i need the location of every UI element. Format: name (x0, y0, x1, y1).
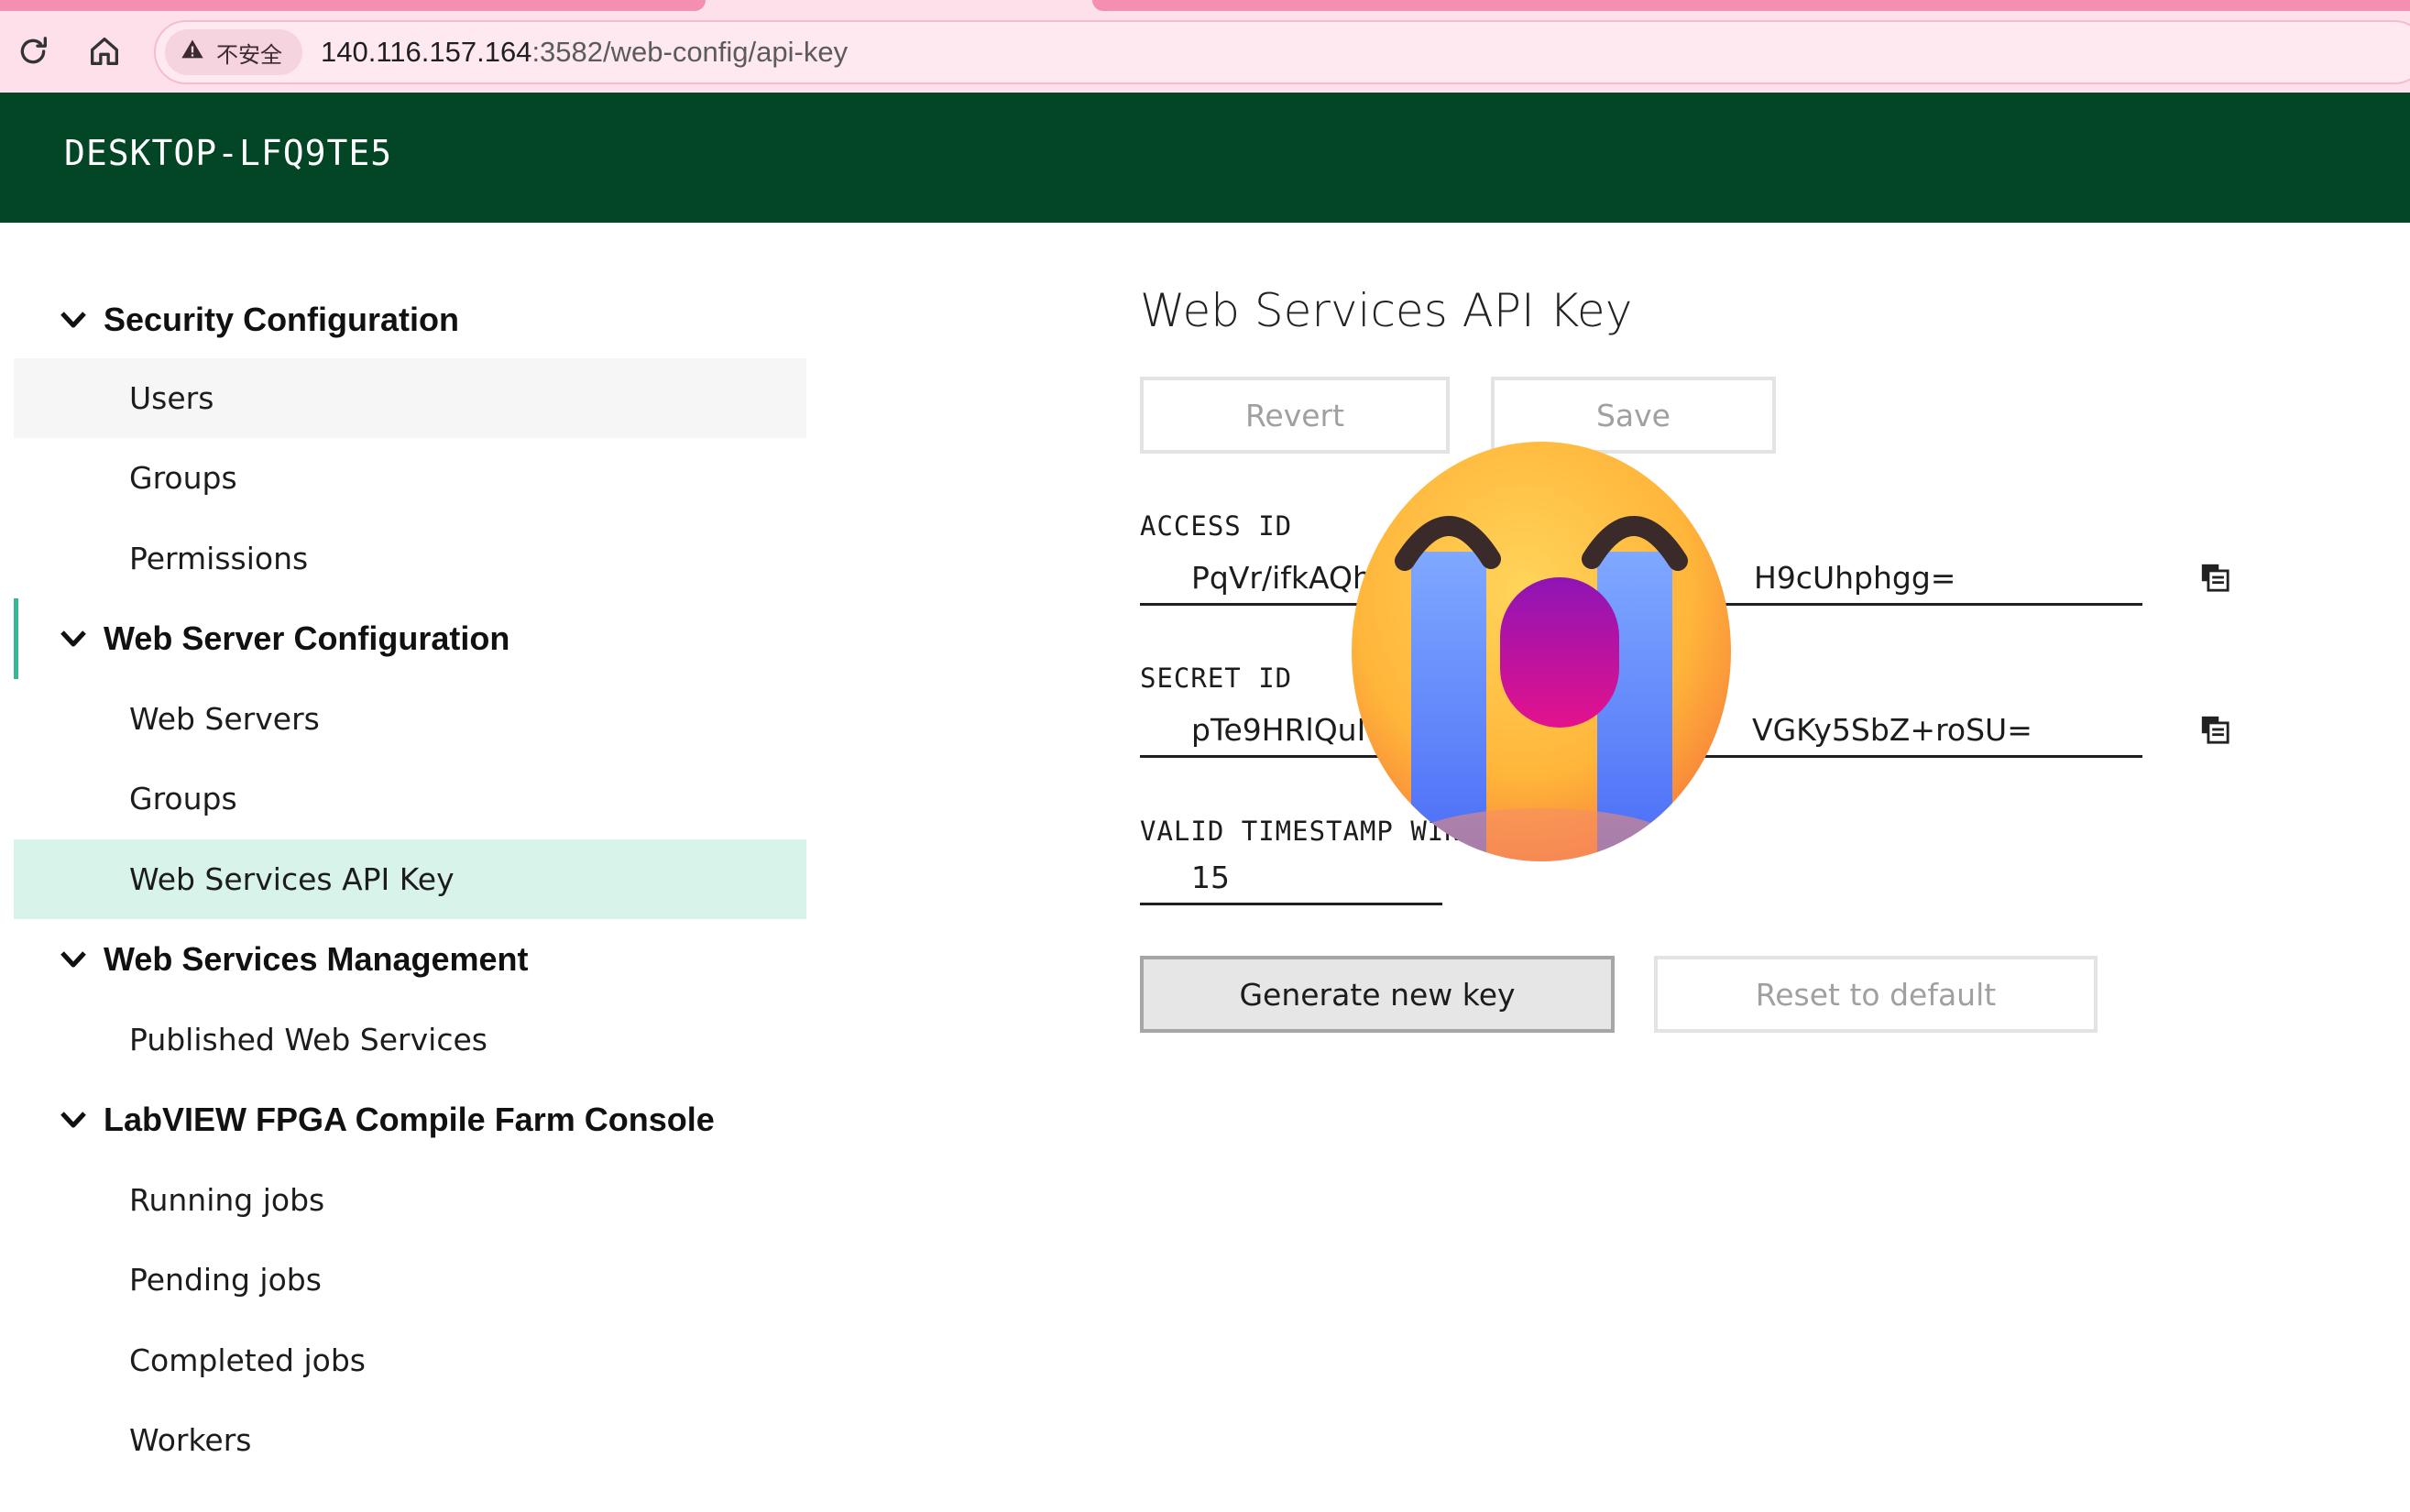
sidebar-item-label: Published Web Services (129, 1022, 487, 1057)
sidebar-item-label: Groups (129, 460, 237, 496)
browser-tab-strip (1092, 0, 2410, 11)
sidebar-item-running-jobs[interactable]: Running jobs (14, 1160, 806, 1240)
warning-icon (180, 37, 205, 68)
sidebar-item-label: Groups (129, 781, 237, 816)
copy-icon[interactable] (2196, 711, 2233, 748)
reset-to-default-button[interactable]: Reset to default (1654, 956, 2098, 1033)
timestamp-window-value: 15 (1191, 860, 1230, 895)
chevron-down-icon (55, 620, 92, 657)
sidebar-item-completed-jobs[interactable]: Completed jobs (14, 1320, 806, 1400)
sidebar-item-label: Web Servers (129, 701, 320, 737)
sidebar-item-label: Pending jobs (129, 1262, 322, 1298)
sidebar-item-pending-jobs[interactable]: Pending jobs (14, 1240, 806, 1320)
url-host: 140.116.157.164 (321, 36, 532, 68)
home-icon[interactable] (84, 31, 125, 71)
sidebar-item-workers[interactable]: Workers (14, 1400, 806, 1480)
access-id-value-end: H9cUhphgg= (1754, 560, 1956, 596)
crying-face-emoji (1352, 442, 1731, 861)
sidebar-section-label: Web Services Management (104, 939, 529, 978)
generate-new-key-button[interactable]: Generate new key (1140, 956, 1615, 1033)
sidebar-item-web-servers[interactable]: Web Servers (14, 679, 806, 759)
sidebar-section-web-server-configuration[interactable]: Web Server Configuration (14, 598, 806, 678)
secret-id-label: SECRET ID (1140, 663, 1293, 694)
sidebar-item-published-web-services[interactable]: Published Web Services (14, 1000, 806, 1079)
reload-icon[interactable] (13, 31, 53, 71)
url-path: :3582/web-config/api-key (531, 36, 849, 68)
access-id-label: ACCESS ID (1140, 510, 1293, 542)
sidebar-item-label: Web Services API Key (129, 861, 455, 897)
secret-id-value-end: VGKy5SbZ+roSU= (1752, 712, 2032, 748)
sidebar-section-label: Security Configuration (104, 300, 460, 338)
security-label: 不安全 (216, 41, 282, 68)
sidebar-nav: Security Configuration Users Groups Perm… (0, 223, 806, 1512)
sidebar-item-permissions[interactable]: Permissions (14, 519, 806, 598)
sidebar-item-label: Running jobs (129, 1182, 325, 1218)
browser-toolbar: 不安全 140.116.157.164:3582/web-config/api-… (0, 0, 2410, 93)
browser-tab-strip (0, 0, 706, 11)
chevron-down-icon (55, 941, 92, 978)
sidebar-item-label: Completed jobs (129, 1342, 366, 1378)
chevron-down-icon (55, 1101, 92, 1138)
sidebar-section-web-services-management[interactable]: Web Services Management (14, 919, 806, 999)
sidebar-section-label: Web Server Configuration (104, 619, 510, 657)
chevron-down-icon (55, 301, 92, 338)
access-id-value-start: PqVr/ifkAQh (1191, 560, 1372, 596)
sidebar-item-web-services-api-key[interactable]: Web Services API Key (14, 839, 806, 919)
sidebar-item-label: Users (129, 380, 214, 416)
sidebar-section-label: LabVIEW FPGA Compile Farm Console (104, 1100, 715, 1138)
sidebar-item-web-groups[interactable]: Groups (14, 759, 806, 838)
app-header: DESKTOP-LFQ9TE5 (0, 93, 2410, 223)
sidebar-item-label: Permissions (129, 541, 309, 576)
sidebar-section-labview-fpga-compile-farm[interactable]: LabVIEW FPGA Compile Farm Console (14, 1079, 806, 1159)
address-bar[interactable]: 不安全 140.116.157.164:3582/web-config/api-… (154, 20, 2410, 84)
secret-id-value-start: pTe9HRlQuI (1191, 712, 1366, 748)
sidebar-item-label: Workers (129, 1422, 252, 1458)
copy-icon[interactable] (2196, 559, 2233, 596)
security-indicator[interactable]: 不安全 (165, 29, 302, 75)
host-name: DESKTOP-LFQ9TE5 (64, 133, 393, 173)
page-title: Web Services API Key (1140, 284, 1633, 337)
sidebar-item-groups[interactable]: Groups (14, 438, 806, 518)
sidebar-section-security-configuration[interactable]: Security Configuration (14, 279, 806, 359)
sidebar-item-users[interactable]: Users (14, 358, 806, 438)
url-text[interactable]: 140.116.157.164:3582/web-config/api-key (321, 36, 848, 69)
